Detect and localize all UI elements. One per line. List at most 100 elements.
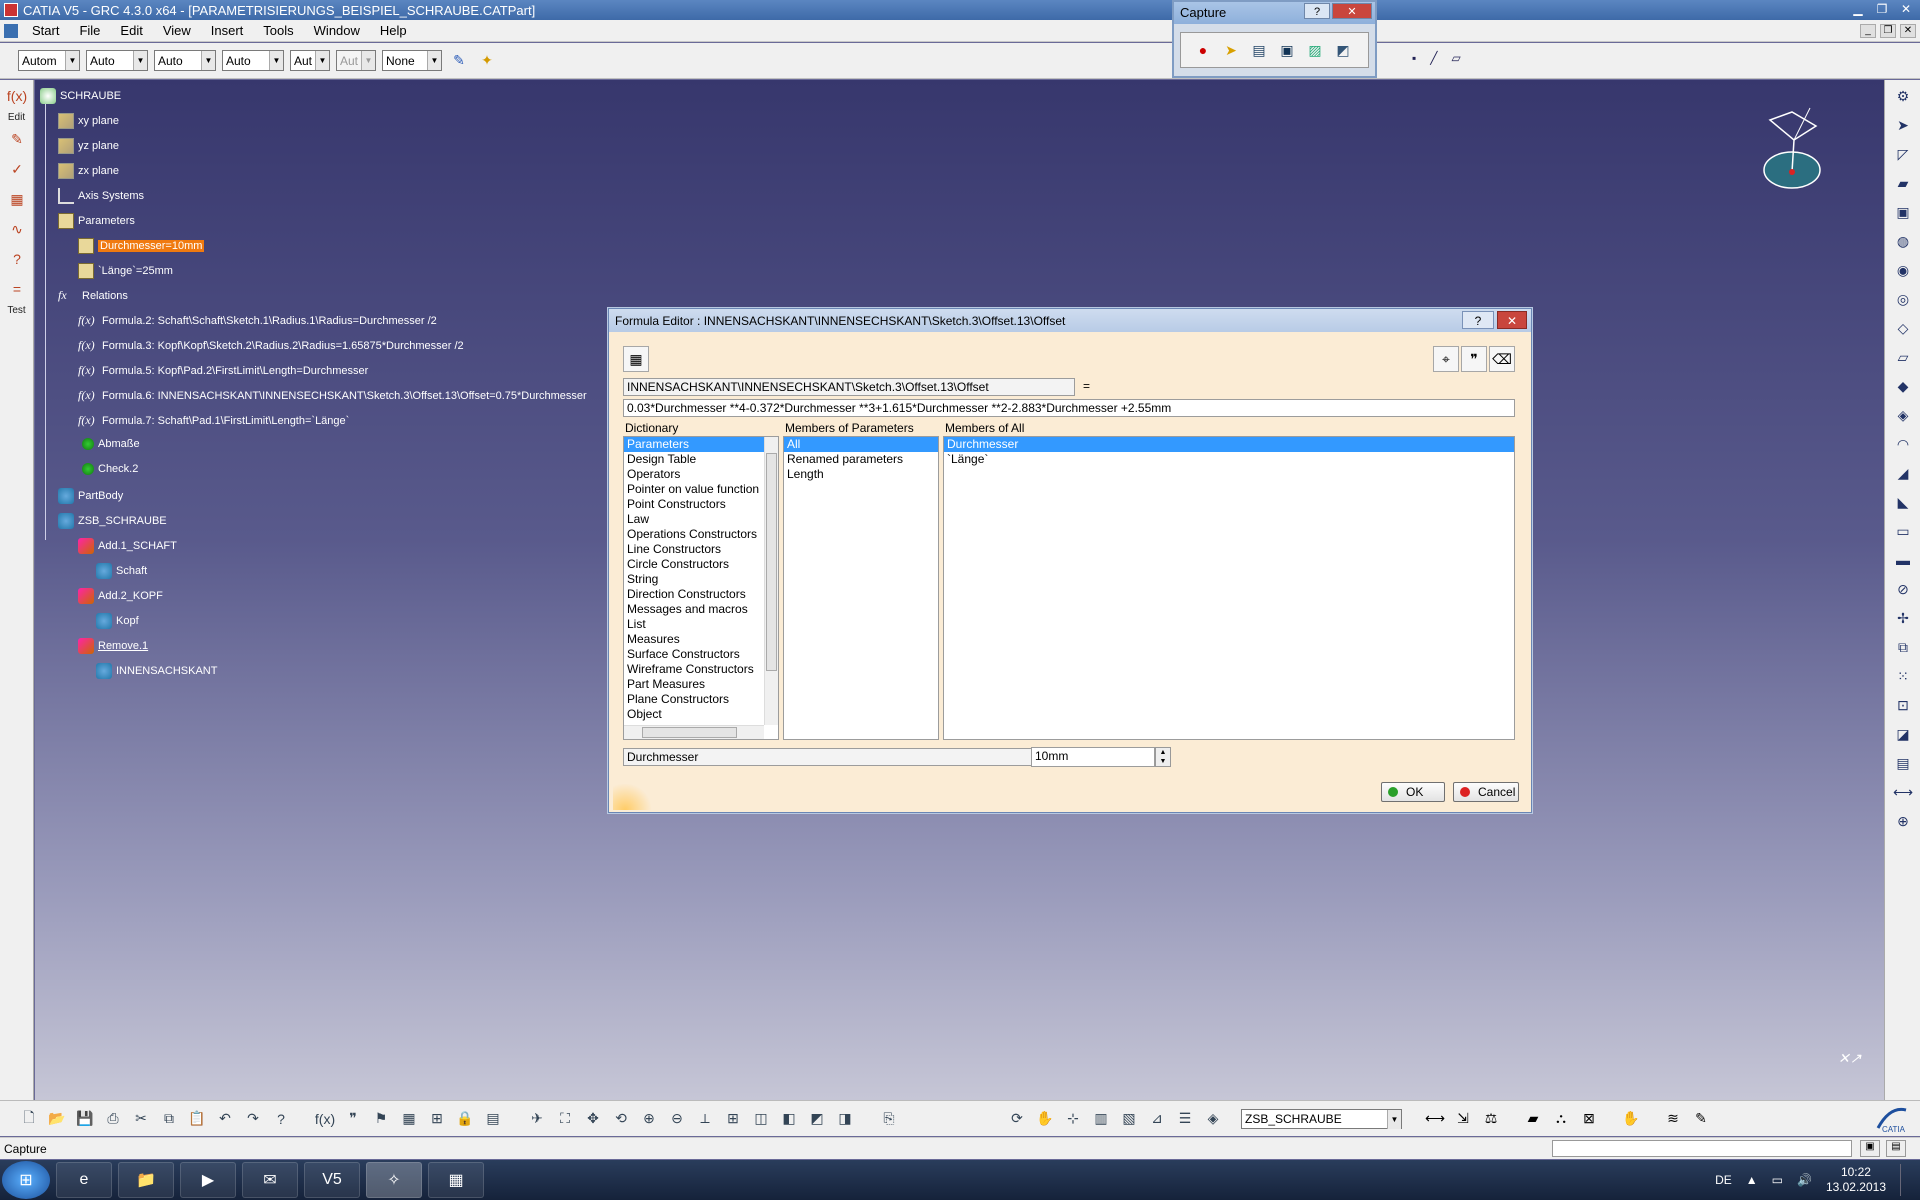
taskbar-explorer-icon[interactable]: 📁	[118, 1162, 174, 1198]
windows-start-button[interactable]: ⊞	[2, 1161, 50, 1199]
draft-icon[interactable]: ◣	[1887, 489, 1919, 515]
taskbar-outlook-icon[interactable]: ✉	[242, 1162, 298, 1198]
update-icon[interactable]: ⟳	[1006, 1108, 1028, 1130]
menu-tools[interactable]: Tools	[253, 23, 303, 38]
scale-icon[interactable]: ⊡	[1887, 692, 1919, 718]
tray-arrow-icon[interactable]: ▲	[1746, 1173, 1758, 1187]
list-item[interactable]: Wireframe Constructors	[624, 662, 778, 677]
plane-icon[interactable]: ▱	[1452, 51, 1461, 65]
tree-item-add2[interactable]: Add.2_KOPF	[78, 588, 163, 604]
normal-view-icon[interactable]: ⟂	[694, 1108, 716, 1130]
shaft-icon[interactable]: ◍	[1887, 228, 1919, 254]
rib-icon[interactable]: ◇	[1887, 315, 1919, 341]
members-of-all-list[interactable]: Durchmesser `Länge`	[943, 436, 1515, 740]
comment-icon[interactable]: ❞	[1461, 346, 1487, 372]
grid-icon[interactable]: ▥	[1090, 1108, 1112, 1130]
clock[interactable]: 10:22 13.02.2013	[1826, 1165, 1886, 1195]
list-item[interactable]: Operations Constructors	[624, 527, 778, 542]
tree-item-formula[interactable]: f(x) Formula.5: Kopf\Pad.2\FirstLimit\Le…	[78, 363, 368, 379]
translate-icon[interactable]: ✢	[1887, 605, 1919, 631]
fly-mode-icon[interactable]: ✈	[526, 1108, 548, 1130]
axis-system-icon[interactable]: ⊹	[1062, 1108, 1084, 1130]
new-icon[interactable]: 🗋	[18, 1108, 40, 1130]
iso-view-icon[interactable]: ◫	[750, 1108, 772, 1130]
copy-icon[interactable]: ⧉	[158, 1108, 180, 1130]
measure-inertia-icon[interactable]: ⚖	[1480, 1107, 1502, 1129]
tree-item-axis-systems[interactable]: Axis Systems	[58, 188, 144, 204]
tree-item-check[interactable]: Check.2	[82, 463, 138, 475]
menu-view[interactable]: View	[153, 23, 201, 38]
map-icon[interactable]: ⛬	[1550, 1107, 1572, 1129]
show-desktop-button[interactable]	[1900, 1164, 1912, 1196]
list-item[interactable]: Law	[624, 512, 778, 527]
list-item[interactable]: Object	[624, 707, 778, 722]
eraser-icon[interactable]: ⌫	[1489, 346, 1515, 372]
sketch-icon[interactable]: ◸	[1887, 141, 1919, 167]
list-item[interactable]: Circle Constructors	[624, 557, 778, 572]
hand-icon[interactable]: ✋	[1034, 1108, 1056, 1130]
chamfer-icon[interactable]: ◢	[1887, 460, 1919, 486]
taskbar-catia-icon[interactable]: V5	[304, 1162, 360, 1198]
tree-item-schaft[interactable]: Schaft	[96, 563, 147, 579]
tree-item-formula[interactable]: f(x) Formula.7: Schaft\Pad.1\FirstLimit\…	[78, 413, 349, 429]
open-icon[interactable]: 📂	[46, 1108, 68, 1130]
list-item[interactable]: Surface Constructors	[624, 647, 778, 662]
dialog-title-bar[interactable]: Formula Editor : INNENSACHSKANT\INNENSEC…	[609, 309, 1531, 332]
tree-item-yz-plane[interactable]: yz plane	[58, 138, 119, 154]
layer-combo[interactable]: None ▼	[382, 50, 442, 71]
transparency-combo[interactable]: Auto ▼	[86, 50, 148, 71]
define-in-work-object-icon[interactable]: ◈	[1202, 1108, 1224, 1130]
check-icon[interactable]: ✓	[2, 155, 32, 183]
rule-icon[interactable]: ✎	[2, 125, 32, 153]
pad-icon[interactable]: ▰	[1887, 170, 1919, 196]
list-item[interactable]: Durchmesser	[944, 437, 1514, 452]
tree-item-remove[interactable]: Remove.1	[78, 638, 148, 654]
list-item[interactable]: Length	[784, 467, 938, 482]
measure-item-icon[interactable]: ⇲	[1452, 1107, 1474, 1129]
settings-icon[interactable]: ⚙	[1887, 83, 1919, 109]
stiffener-icon[interactable]: ◆	[1887, 373, 1919, 399]
chevron-down-icon[interactable]: ▼	[269, 51, 283, 70]
ok-button[interactable]: OK	[1381, 782, 1445, 802]
chevron-down-icon[interactable]: ▼	[315, 51, 329, 70]
table-icon[interactable]: ▦	[398, 1108, 420, 1130]
parameter-list-icon[interactable]: ▤	[482, 1108, 504, 1130]
tree-item-formula[interactable]: f(x) Formula.2: Schaft\Schaft\Sketch.1\R…	[78, 313, 437, 329]
list-item[interactable]: Line Constructors	[624, 542, 778, 557]
list-item[interactable]: Messages and macros	[624, 602, 778, 617]
thickness-icon[interactable]: ▬	[1887, 547, 1919, 573]
taskbar-ie-icon[interactable]: e	[56, 1162, 112, 1198]
menu-file[interactable]: File	[69, 23, 110, 38]
tree-item-param-durchmesser[interactable]: Durchmesser=10mm	[78, 238, 205, 254]
paintbrush-icon[interactable]: ✎	[448, 50, 470, 72]
comment-icon[interactable]: ❞	[342, 1108, 364, 1130]
list-item[interactable]: Pointer on value function	[624, 482, 778, 497]
list-item[interactable]: Design Table	[624, 452, 778, 467]
list-item[interactable]: Measures	[624, 632, 778, 647]
chevron-down-icon[interactable]: ▼	[133, 51, 147, 70]
axis-icon[interactable]: ⊕	[1887, 808, 1919, 834]
close-icon[interactable]: ✕	[1332, 3, 1372, 19]
loft-icon[interactable]: ◈	[1887, 402, 1919, 428]
fit-all-icon[interactable]: ⛶	[554, 1108, 576, 1130]
law-icon[interactable]: ∿	[2, 215, 32, 243]
tree-item-innensachskant[interactable]: INNENSACHSKANT	[96, 663, 217, 679]
tree-item-xy-plane[interactable]: xy plane	[58, 113, 119, 129]
incremental-icon[interactable]: ▦	[623, 346, 649, 372]
zoom-out-icon[interactable]: ⊖	[666, 1108, 688, 1130]
zoom-in-icon[interactable]: ⊕	[638, 1108, 660, 1130]
compass-icon[interactable]	[1750, 100, 1840, 200]
reference-icon[interactable]: ▧	[1118, 1108, 1140, 1130]
list-item[interactable]: Direction Constructors	[624, 587, 778, 602]
design-table-icon[interactable]: ▦	[2, 185, 32, 213]
menu-edit[interactable]: Edit	[110, 23, 152, 38]
multi-view-icon[interactable]: ⊞	[722, 1108, 744, 1130]
dictionary-list[interactable]: Parameters Design Table Operators Pointe…	[623, 436, 779, 740]
power-input-field[interactable]	[1552, 1140, 1852, 1157]
capture-area-icon[interactable]: ◩	[1331, 38, 1355, 62]
tree-icon[interactable]: ⊞	[426, 1108, 448, 1130]
menu-window[interactable]: Window	[304, 23, 370, 38]
album-icon[interactable]: ▣	[1275, 38, 1299, 62]
close-icon[interactable]: ✕	[1896, 2, 1916, 17]
doc-minimize-icon[interactable]: _	[1860, 24, 1876, 38]
